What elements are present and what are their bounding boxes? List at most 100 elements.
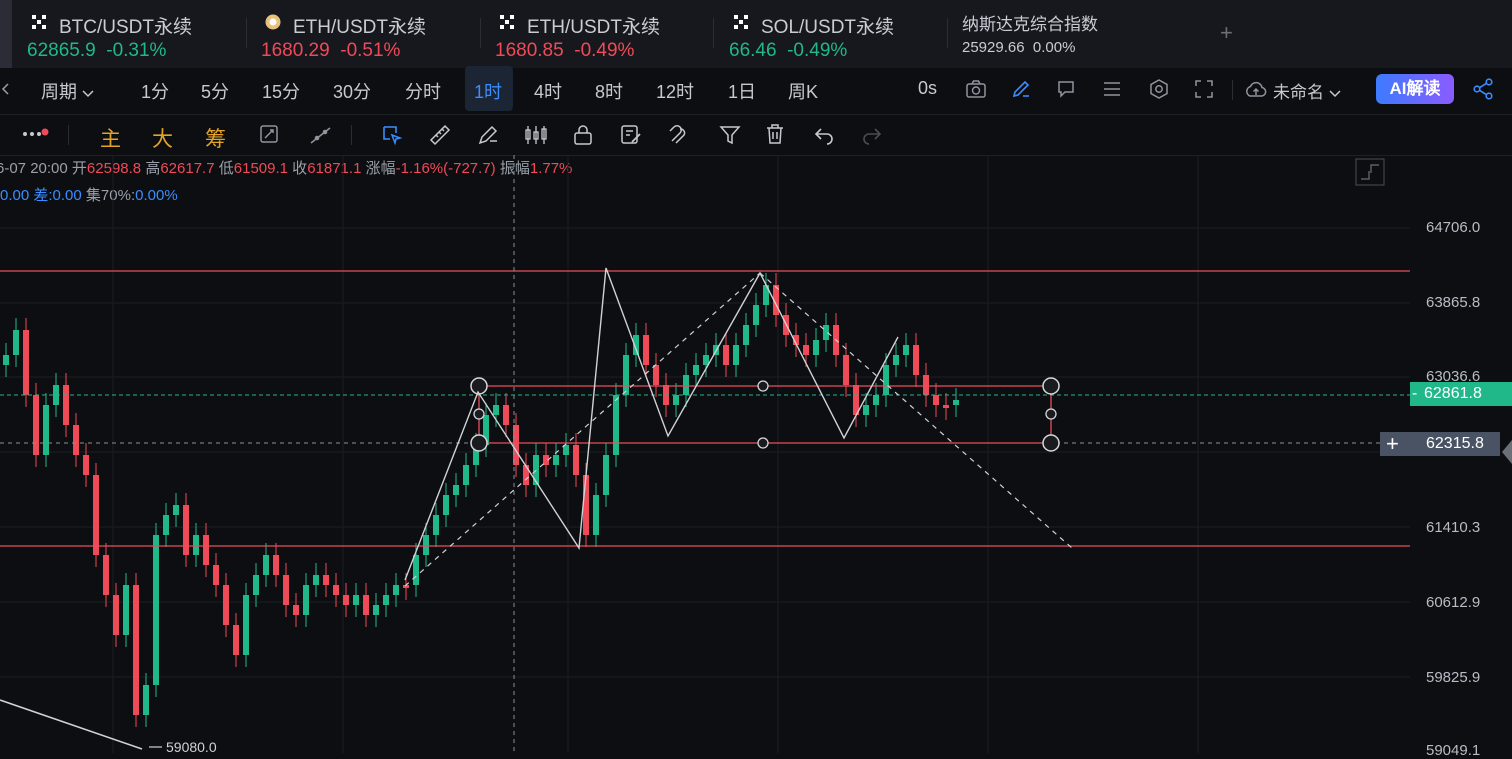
- tf-15m[interactable]: 15分: [262, 78, 300, 104]
- share-icon[interactable]: [1472, 78, 1494, 100]
- trend-tool-icon[interactable]: [308, 123, 334, 147]
- chevron-left-icon[interactable]: [0, 82, 10, 96]
- magnet-icon[interactable]: [666, 123, 690, 147]
- tf-week[interactable]: 周K: [788, 78, 818, 104]
- list-icon[interactable]: [1102, 80, 1122, 98]
- lock-icon[interactable]: [572, 123, 594, 147]
- y-tick-label: 61410.3: [1426, 519, 1481, 536]
- brush-icon[interactable]: [476, 123, 500, 147]
- candle-body: [433, 515, 439, 535]
- candle-body: [553, 455, 559, 465]
- chips-indicator-toggle[interactable]: 筹: [205, 123, 226, 153]
- tf-12h[interactable]: 12时: [656, 78, 694, 104]
- y-tick-label: 63865.8: [1426, 294, 1481, 311]
- candle-body: [443, 495, 449, 515]
- candle-body: [213, 565, 219, 585]
- candle-body: [673, 395, 679, 405]
- pen-icon[interactable]: [1011, 79, 1031, 99]
- candle-body: [203, 535, 209, 565]
- fullscreen-icon[interactable]: [1194, 79, 1214, 99]
- period-dropdown[interactable]: 周期: [41, 78, 94, 104]
- undo-icon[interactable]: [812, 123, 836, 147]
- candle-body: [363, 595, 369, 615]
- divider: [947, 18, 948, 48]
- cloud-upload-icon[interactable]: [1244, 80, 1268, 100]
- candle-body: [573, 445, 579, 475]
- candle-body: [923, 375, 929, 395]
- candle-tool-icon[interactable]: [523, 123, 549, 147]
- drawing-toolbar: 主 大 筹: [0, 114, 1512, 156]
- candle-body: [813, 340, 819, 355]
- candle-body: [933, 395, 939, 405]
- trend-dashed-up[interactable]: [404, 272, 761, 587]
- candle-body: [43, 405, 49, 455]
- active-tab-edge: [0, 0, 12, 68]
- candle-body: [23, 330, 29, 395]
- settings-icon[interactable]: [1148, 78, 1170, 100]
- candle-body: [243, 595, 249, 655]
- big-indicator-toggle[interactable]: 大: [152, 123, 173, 153]
- tf-1m[interactable]: 1分: [141, 78, 169, 104]
- candle-body: [383, 595, 389, 605]
- candle-body: [583, 475, 589, 535]
- cursor-select-icon[interactable]: [380, 123, 404, 147]
- tf-time[interactable]: 分时: [405, 78, 441, 104]
- candle-body: [63, 385, 69, 425]
- trend-dashed-down[interactable]: [759, 272, 1073, 549]
- crosshair-plus-icon[interactable]: +: [1386, 432, 1399, 456]
- candle-body: [683, 375, 689, 395]
- candle-body: [133, 585, 139, 715]
- candle-body: [723, 345, 729, 365]
- candle-body: [163, 515, 169, 535]
- candle-body: [453, 485, 459, 495]
- tf-5m[interactable]: 5分: [201, 78, 229, 104]
- tf-4h[interactable]: 4时: [534, 78, 562, 104]
- more-icon[interactable]: [22, 127, 50, 141]
- y-tick-label: 60612.9: [1426, 594, 1481, 611]
- trash-icon[interactable]: [764, 122, 786, 146]
- tf-30m[interactable]: 30分: [333, 78, 371, 104]
- candle-body: [333, 585, 339, 595]
- ai-interpret-button[interactable]: AI解读: [1376, 74, 1454, 104]
- candle-body: [803, 345, 809, 355]
- camera-icon[interactable]: [965, 79, 987, 99]
- ticker-price: 1680.85 -0.49%: [495, 40, 635, 61]
- tf-1h[interactable]: 1时: [474, 78, 502, 104]
- candle-body: [153, 535, 159, 685]
- candle-body: [423, 535, 429, 555]
- replay-icon[interactable]: [258, 123, 282, 147]
- annotation-icon[interactable]: [1056, 79, 1076, 99]
- template-icon[interactable]: [619, 123, 643, 147]
- candle-body: [253, 575, 259, 595]
- candle-body: [913, 345, 919, 375]
- candle-body: [3, 355, 9, 365]
- candle-body: [523, 465, 529, 485]
- candle-body: [323, 575, 329, 585]
- countdown: 0s: [918, 78, 938, 98]
- candle-body: [373, 605, 379, 615]
- divider: [351, 125, 352, 145]
- range-rectangle[interactable]: [470, 377, 1060, 452]
- candlestick-chart[interactable]: 59080.0: [0, 155, 1410, 753]
- redo-icon[interactable]: [860, 123, 884, 147]
- candle-body: [223, 585, 229, 625]
- tf-8h[interactable]: 8时: [595, 78, 623, 104]
- chevron-down-icon: [1329, 90, 1341, 98]
- ticker-name: SOL/USDT永续: [761, 17, 895, 38]
- candle-body: [173, 505, 179, 515]
- add-tab-button[interactable]: +: [1220, 20, 1233, 46]
- candles: [3, 273, 959, 727]
- layout-name-dropdown[interactable]: 未命名: [1273, 78, 1341, 103]
- candle-body: [83, 455, 89, 475]
- collapse-icon[interactable]: [1355, 158, 1385, 186]
- ruler-icon[interactable]: [428, 123, 452, 147]
- filter-icon[interactable]: [718, 123, 742, 147]
- candle-body: [693, 365, 699, 375]
- grid: [0, 155, 1410, 753]
- ticker-price: 1680.29 -0.51%: [261, 40, 401, 61]
- ticker-name: 纳斯达克综合指数: [962, 15, 1098, 34]
- main-indicator-toggle[interactable]: 主: [100, 123, 121, 153]
- divider: [713, 18, 714, 48]
- tf-1d[interactable]: 1日: [728, 78, 756, 104]
- candle-body: [753, 305, 759, 325]
